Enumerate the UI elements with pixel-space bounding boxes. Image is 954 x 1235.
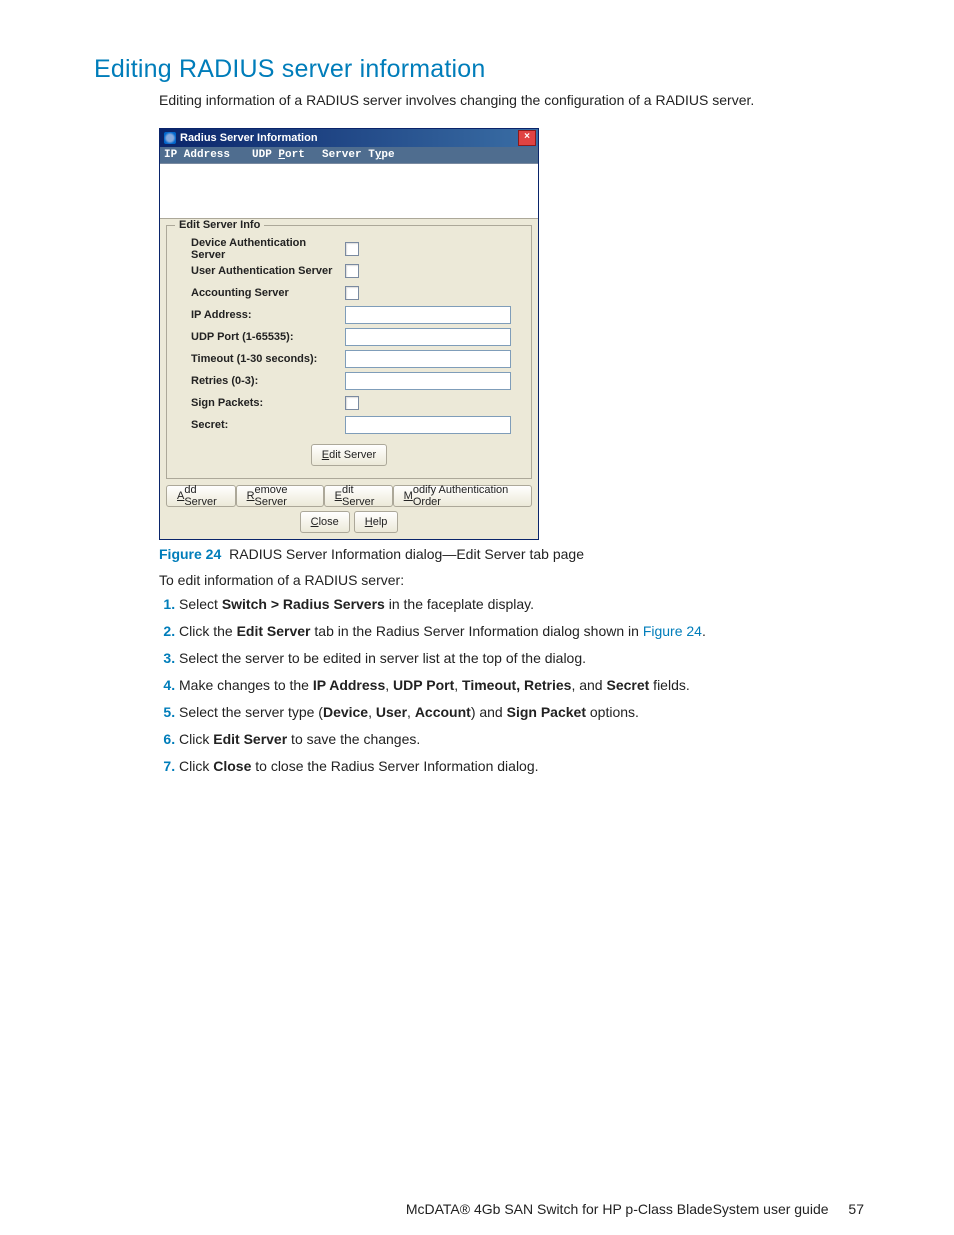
edit-server-info-group: Edit Server Info Device Authentication S…	[166, 225, 532, 479]
col-server-type[interactable]: Server Type	[322, 149, 534, 161]
radius-dialog: Radius Server Information × IP Address U…	[159, 128, 539, 540]
checkbox-user-auth[interactable]	[345, 264, 359, 278]
close-button[interactable]: Close	[300, 511, 350, 533]
label-timeout: Timeout (1-30 seconds):	[173, 353, 341, 365]
intro-text: Editing information of a RADIUS server i…	[159, 90, 864, 110]
label-sign-packets: Sign Packets:	[173, 397, 341, 409]
bottom-buttons: Close Help	[160, 511, 538, 539]
steps-list: Select Switch > Radius Servers in the fa…	[159, 594, 864, 777]
page-title: Editing RADIUS server information	[94, 55, 864, 84]
label-user-auth: User Authentication Server	[173, 265, 341, 277]
col-udp-port[interactable]: UDP Port	[252, 149, 322, 161]
col-ip[interactable]: IP Address	[164, 149, 252, 161]
checkbox-device-auth[interactable]	[345, 242, 359, 256]
step-7: Click Close to close the Radius Server I…	[179, 756, 864, 777]
input-timeout[interactable]	[345, 350, 511, 368]
label-secret: Secret:	[173, 419, 341, 431]
input-ip-address[interactable]	[345, 306, 511, 324]
app-icon	[164, 132, 176, 144]
label-device-auth: Device Authentication Server	[173, 237, 341, 261]
step-3: Select the server to be edited in server…	[179, 648, 864, 669]
step-6: Click Edit Server to save the changes.	[179, 729, 864, 750]
fieldset-legend: Edit Server Info	[175, 219, 264, 231]
figure-caption: Figure 24 RADIUS Server Information dial…	[159, 546, 864, 562]
tab-remove-server[interactable]: Remove Server	[236, 485, 324, 507]
figure-link[interactable]: Figure 24	[643, 623, 702, 639]
tab-edit-server[interactable]: Edit Server	[324, 485, 393, 507]
label-accounting: Accounting Server	[173, 287, 341, 299]
step-1: Select Switch > Radius Servers in the fa…	[179, 594, 864, 615]
label-retries: Retries (0-3):	[173, 375, 341, 387]
step-4: Make changes to the IP Address, UDP Port…	[179, 675, 864, 696]
label-udp-port: UDP Port (1-65535):	[173, 331, 341, 343]
list-header: IP Address UDP Port Server Type	[160, 147, 538, 164]
input-udp-port[interactable]	[345, 328, 511, 346]
input-secret[interactable]	[345, 416, 511, 434]
step-2: Click the Edit Server tab in the Radius …	[179, 621, 864, 642]
footer: McDATA® 4Gb SAN Switch for HP p-Class Bl…	[406, 1201, 864, 1217]
tabs: Add Server Remove Server Edit Server Mod…	[160, 485, 538, 511]
tab-modify-auth-order[interactable]: Modify Authentication Order	[393, 485, 532, 507]
titlebar: Radius Server Information ×	[160, 129, 538, 147]
input-retries[interactable]	[345, 372, 511, 390]
page-number: 57	[848, 1201, 864, 1217]
close-icon[interactable]: ×	[518, 130, 536, 146]
doc-title: McDATA® 4Gb SAN Switch for HP p-Class Bl…	[406, 1201, 829, 1217]
lead-text: To edit information of a RADIUS server:	[159, 572, 864, 588]
server-list[interactable]	[160, 164, 538, 219]
label-ip-address: IP Address:	[173, 309, 341, 321]
tab-add-server[interactable]: Add Server	[166, 485, 236, 507]
help-button[interactable]: Help	[354, 511, 399, 533]
edit-server-button[interactable]: Edit Server	[311, 444, 387, 466]
checkbox-accounting[interactable]	[345, 286, 359, 300]
step-5: Select the server type (Device, User, Ac…	[179, 702, 864, 723]
window-title: Radius Server Information	[180, 132, 518, 144]
checkbox-sign-packets[interactable]	[345, 396, 359, 410]
